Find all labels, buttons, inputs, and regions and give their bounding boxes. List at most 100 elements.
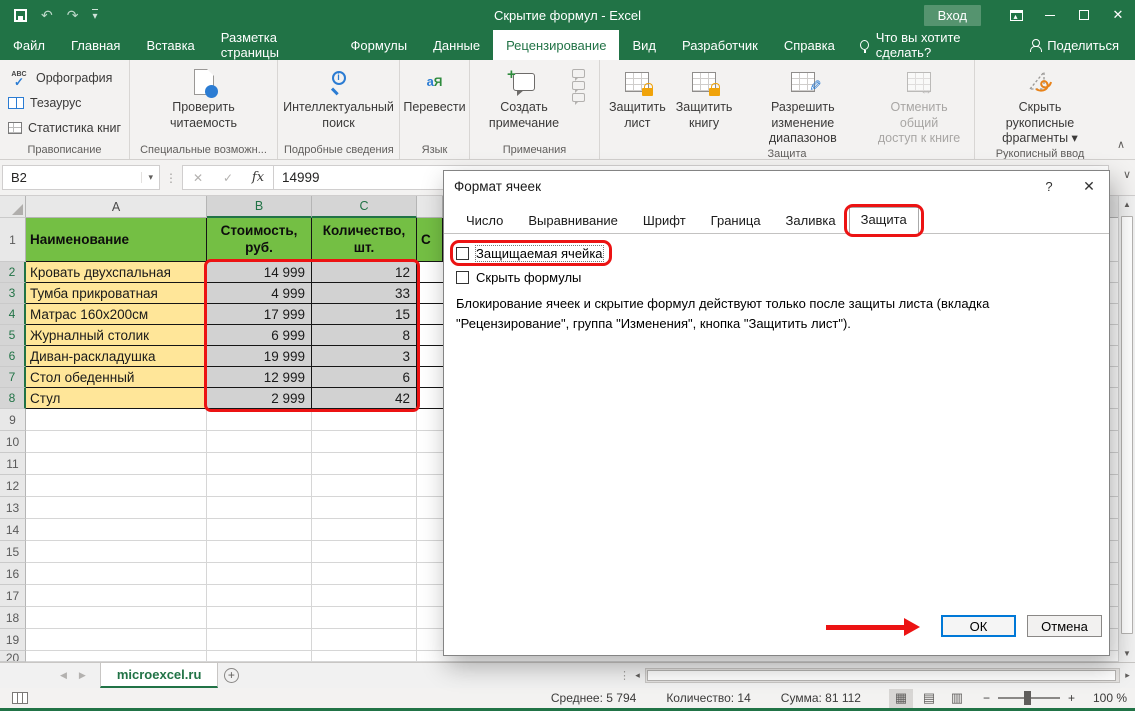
- sign-in-button[interactable]: Вход: [924, 5, 981, 26]
- item-d-sliver[interactable]: [417, 367, 443, 388]
- item-d-sliver[interactable]: [417, 325, 443, 346]
- empty-cell-a[interactable]: [26, 497, 207, 519]
- empty-cell-b[interactable]: [207, 409, 312, 431]
- name-box-dropdown-icon[interactable]: ▾: [141, 172, 159, 183]
- empty-cell-d[interactable]: [417, 409, 443, 431]
- empty-cell-b[interactable]: [207, 629, 312, 651]
- dialog-tab-border[interactable]: Граница: [699, 208, 773, 233]
- empty-cell-a[interactable]: [26, 629, 207, 651]
- row-header[interactable]: 19: [0, 629, 26, 651]
- column-header-d[interactable]: [417, 196, 443, 218]
- tab-help[interactable]: Справка: [771, 30, 848, 60]
- item-d-sliver[interactable]: [417, 304, 443, 325]
- cancel-button[interactable]: Отмена: [1027, 615, 1102, 637]
- locked-checkbox-label[interactable]: Защищаемая ячейка: [476, 246, 603, 261]
- row-header[interactable]: 3: [0, 283, 26, 304]
- empty-cell-b[interactable]: [207, 475, 312, 497]
- cell-c1[interactable]: Количество, шт.: [312, 218, 417, 262]
- item-price-cell[interactable]: 19 999: [207, 346, 312, 367]
- stat-count[interactable]: Количество: 14: [666, 691, 750, 705]
- dialog-tab-fill[interactable]: Заливка: [774, 208, 848, 233]
- empty-cell-c[interactable]: [312, 475, 417, 497]
- empty-cell-a[interactable]: [26, 563, 207, 585]
- check-accessibility-button[interactable]: Проверить читаемость: [165, 63, 242, 131]
- new-sheet-button[interactable]: +: [218, 663, 244, 688]
- item-qty-cell[interactable]: 12: [312, 262, 417, 283]
- empty-cell-c[interactable]: [312, 409, 417, 431]
- item-name-cell[interactable]: Тумба прикроватная: [26, 283, 207, 304]
- row-header[interactable]: 6: [0, 346, 26, 367]
- name-box[interactable]: B2 ▾: [2, 165, 160, 190]
- horizontal-scroll-track[interactable]: [645, 668, 1120, 683]
- item-name-cell[interactable]: Стол обеденный: [26, 367, 207, 388]
- spelling-button[interactable]: ABC✓ Орфография: [4, 67, 125, 89]
- row-header-1[interactable]: 1: [0, 218, 26, 262]
- next-comment-icon[interactable]: [572, 81, 585, 90]
- ok-button[interactable]: ОК: [941, 615, 1016, 637]
- vertical-scrollbar[interactable]: ▲ ▼: [1118, 196, 1135, 662]
- empty-cell-d[interactable]: [417, 585, 443, 607]
- tab-formulas[interactable]: Формулы: [338, 30, 421, 60]
- item-name-cell[interactable]: Диван-раскладушка: [26, 346, 207, 367]
- zoom-in-icon[interactable]: +: [1068, 691, 1075, 705]
- empty-cell-a[interactable]: [26, 431, 207, 453]
- previous-comment-icon[interactable]: [572, 69, 585, 78]
- empty-cell-d[interactable]: [417, 629, 443, 651]
- empty-cell-b[interactable]: [207, 585, 312, 607]
- dialog-tab-alignment[interactable]: Выравнивание: [516, 208, 629, 233]
- tab-insert[interactable]: Вставка: [133, 30, 207, 60]
- row-header[interactable]: 18: [0, 607, 26, 629]
- empty-cell-b[interactable]: [207, 519, 312, 541]
- item-d-sliver[interactable]: [417, 346, 443, 367]
- row-header[interactable]: 14: [0, 519, 26, 541]
- enter-entry-icon[interactable]: ✓: [213, 171, 243, 185]
- empty-cell-c[interactable]: [312, 585, 417, 607]
- empty-cell-c[interactable]: [312, 497, 417, 519]
- empty-cell-a[interactable]: [26, 475, 207, 497]
- item-d-sliver[interactable]: [417, 388, 443, 409]
- translate-button[interactable]: аЯПеревести: [398, 63, 470, 116]
- formula-bar-splitter-icon[interactable]: ⋮: [160, 171, 182, 185]
- empty-cell-b[interactable]: [207, 563, 312, 585]
- dialog-title-bar[interactable]: Формат ячеек ? ✕: [444, 171, 1109, 201]
- row-header[interactable]: 11: [0, 453, 26, 475]
- page-layout-view-icon[interactable]: ▤: [917, 689, 941, 708]
- column-header-a[interactable]: A: [26, 196, 207, 218]
- minimize-button[interactable]: [1033, 0, 1067, 30]
- row-header[interactable]: 17: [0, 585, 26, 607]
- save-icon[interactable]: [14, 9, 27, 22]
- cancel-entry-icon[interactable]: ✕: [183, 171, 213, 185]
- expand-formula-bar-icon[interactable]: ∨: [1123, 168, 1131, 181]
- item-qty-cell[interactable]: 33: [312, 283, 417, 304]
- row-header[interactable]: 9: [0, 409, 26, 431]
- smart-lookup-button[interactable]: iИнтеллектуальный поиск: [278, 63, 399, 131]
- maximize-button[interactable]: [1067, 0, 1101, 30]
- tab-home[interactable]: Главная: [58, 30, 133, 60]
- item-price-cell[interactable]: 4 999: [207, 283, 312, 304]
- empty-cell-b[interactable]: [207, 497, 312, 519]
- row-header[interactable]: 15: [0, 541, 26, 563]
- empty-cell-d[interactable]: [417, 497, 443, 519]
- item-name-cell[interactable]: Кровать двухспальная: [26, 262, 207, 283]
- empty-cell-c[interactable]: [312, 607, 417, 629]
- dialog-tab-protection[interactable]: Защита: [849, 207, 919, 234]
- dialog-help-icon[interactable]: ?: [1029, 171, 1069, 201]
- empty-cell-b[interactable]: [207, 607, 312, 629]
- hidden-checkbox[interactable]: [456, 271, 469, 284]
- empty-cell-b[interactable]: [207, 431, 312, 453]
- row-header[interactable]: 13: [0, 497, 26, 519]
- normal-view-icon[interactable]: ▦: [889, 689, 913, 708]
- item-d-sliver[interactable]: [417, 283, 443, 304]
- tell-me-search[interactable]: Что вы хотите сделать?: [848, 30, 1013, 60]
- empty-cell-c[interactable]: [312, 563, 417, 585]
- row-header[interactable]: 10: [0, 431, 26, 453]
- ribbon-display-options-button[interactable]: [999, 0, 1033, 30]
- page-break-view-icon[interactable]: ▥: [945, 689, 969, 708]
- sheet-nav-left-icon[interactable]: ◀: [60, 670, 67, 681]
- tab-review[interactable]: Рецензирование: [493, 30, 619, 60]
- row-header[interactable]: 7: [0, 367, 26, 388]
- customize-qat-icon[interactable]: ▾: [92, 9, 97, 22]
- row-header[interactable]: 16: [0, 563, 26, 585]
- empty-cell[interactable]: [312, 651, 417, 662]
- tab-page-layout[interactable]: Разметка страницы: [208, 30, 338, 60]
